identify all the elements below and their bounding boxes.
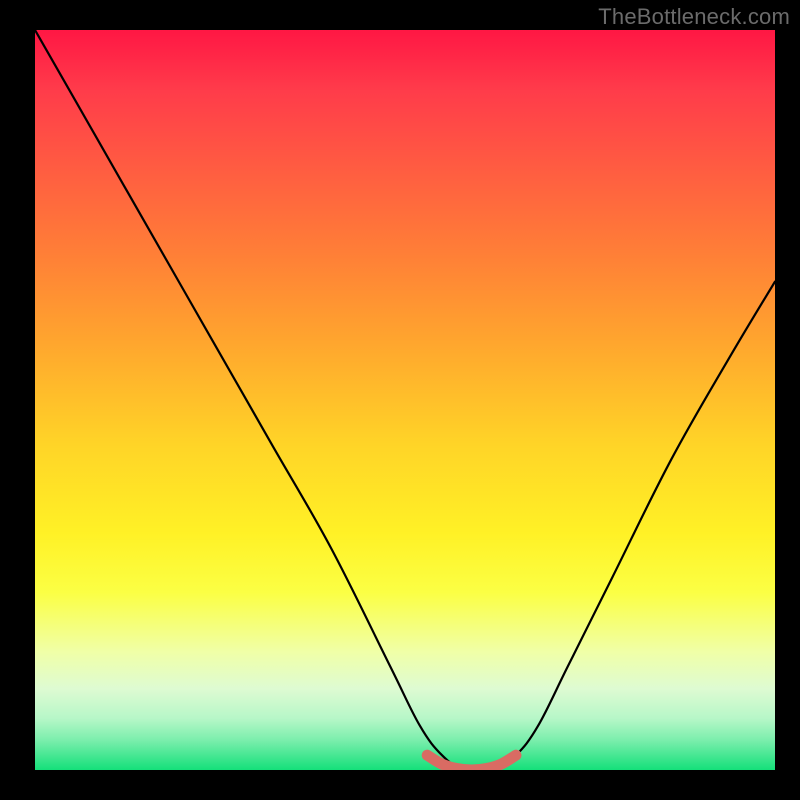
bottom-highlight-path <box>427 755 516 770</box>
watermark-label: TheBottleneck.com <box>598 4 790 30</box>
bottleneck-curve-path <box>35 30 775 770</box>
chart-frame: TheBottleneck.com <box>0 0 800 800</box>
curve-svg <box>35 30 775 770</box>
plot-area <box>35 30 775 770</box>
